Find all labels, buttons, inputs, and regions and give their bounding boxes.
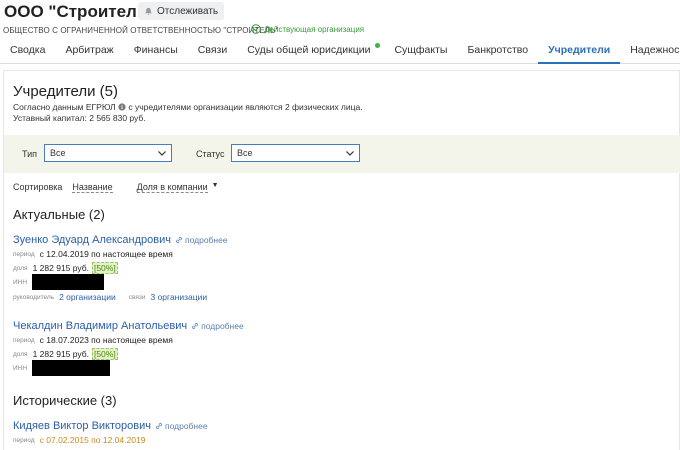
period-value: с 18.07.2023 по настоящее время: [39, 335, 173, 345]
share-label: доля: [13, 264, 28, 272]
full-company-name: ОБЩЕСТВО С ОГРАНИЧЕННОЙ ОТВЕТСТВЕННОСТЬЮ…: [3, 26, 279, 35]
status-filter-select[interactable]: Все: [231, 144, 360, 162]
founders-description: Согласно данным ЕГРЮЛ с учредителями орг…: [13, 102, 363, 112]
desc-text-before: Согласно данным ЕГРЮЛ: [13, 102, 116, 112]
type-filter-select[interactable]: Все: [44, 144, 172, 162]
bell-icon: [145, 7, 152, 15]
company-header: ООО "Строитель" Отслеживать ОБЩЕСТВО С О…: [0, 0, 680, 40]
period-label: период: [13, 336, 35, 344]
period-value: с 12.04.2019 по настоящее время: [39, 249, 173, 259]
check-circle-icon: [251, 24, 261, 34]
tab-bankruptcy[interactable]: Банкротство: [457, 38, 538, 64]
head-label: руководитель: [13, 293, 55, 301]
filter-bar: Тип Все Статус Все: [4, 135, 680, 173]
status-text: Действующая организация: [264, 24, 365, 34]
founder-name[interactable]: Чекалдин Владимир Анатольевич: [13, 320, 187, 332]
tab-founders[interactable]: Учредители: [538, 38, 621, 64]
historical-group-title: Исторические (3): [13, 393, 117, 408]
tab-finance[interactable]: Финансы: [124, 38, 188, 64]
tab-courts[interactable]: Суды общей юрисдикции: [237, 38, 384, 64]
more-label: подробнее: [185, 235, 228, 245]
chain-link-icon: [156, 423, 162, 429]
follow-label: Отслеживать: [157, 5, 219, 17]
status-badge: Действующая организация: [251, 24, 364, 34]
inn-label: ИНН: [13, 364, 28, 372]
section-title: Учредители (5): [13, 83, 119, 100]
redacted-inn: [32, 360, 111, 376]
more-link[interactable]: подробнее: [175, 235, 228, 245]
more-label: подробнее: [201, 321, 244, 331]
status-filter-value: Все: [237, 148, 253, 158]
list-item: Чекалдин Владимир Анатольевич подробнее …: [13, 320, 613, 376]
tab-courts-label: Суды общей юрисдикции: [247, 44, 371, 56]
period-label: период: [13, 436, 35, 444]
more-link[interactable]: подробнее: [155, 421, 208, 431]
share-label: доля: [13, 350, 28, 358]
links-label: связи: [128, 293, 146, 301]
tab-links[interactable]: Связи: [188, 38, 237, 64]
share-percent: [50%]: [91, 262, 118, 274]
link-orgs-link[interactable]: 3 организации: [150, 292, 207, 302]
follow-button[interactable]: Отслеживать: [138, 2, 225, 20]
sort-label: Сортировка: [13, 182, 63, 192]
chevron-down-icon: [158, 151, 166, 156]
share-percent: [50%]: [91, 348, 118, 360]
page-title: ООО "Строитель": [4, 2, 156, 21]
tab-summary[interactable]: Сводка: [0, 38, 55, 64]
more-link[interactable]: подробнее: [191, 321, 244, 331]
period-label: период: [13, 250, 35, 258]
founder-name[interactable]: Зуенко Эдуард Александрович: [13, 234, 171, 246]
authorized-capital: Уставный капитал: 2 565 830 руб.: [13, 113, 146, 123]
new-indicator-dot: [375, 43, 381, 48]
period-value: с 07.02.2015 по 12.04.2019: [39, 435, 146, 445]
chain-link-icon: [176, 237, 182, 243]
inn-label: ИНН: [13, 278, 28, 286]
list-item: Зуенко Эдуард Александрович подробнее пе…: [13, 234, 613, 302]
founder-name[interactable]: Кидяев Виктор Викторович: [13, 420, 151, 432]
tab-bar: Сводка Арбитраж Финансы Связи Суды общей…: [0, 38, 680, 64]
desc-text-after: с учредителями организации являются 2 фи…: [128, 102, 363, 112]
more-label: подробнее: [164, 421, 208, 431]
founders-panel: Учредители (5) Согласно данным ЕГРЮЛ с у…: [3, 70, 680, 450]
chevron-down-icon: [346, 151, 354, 156]
chain-link-icon: [192, 323, 199, 329]
status-filter-label: Статус: [196, 149, 225, 159]
sort-by-share[interactable]: Доля в компании: [136, 182, 208, 193]
sort-direction-icon: ▼: [211, 182, 219, 189]
actual-group-title: Актуальные (2): [13, 207, 105, 222]
head-orgs-link[interactable]: 2 организации: [59, 292, 116, 302]
redacted-inn: [32, 274, 105, 290]
type-filter-label: Тип: [22, 149, 38, 159]
sort-by-name[interactable]: Название: [72, 182, 113, 193]
type-filter-value: Все: [50, 148, 66, 158]
share-value: 1 282 915 руб.: [32, 349, 89, 359]
share-value: 1 282 915 руб.: [32, 263, 89, 273]
tab-reliability[interactable]: Надежнос: [620, 38, 680, 64]
list-item: Кидяев Виктор Викторович подробнее перио…: [13, 420, 613, 445]
tab-facts[interactable]: Сущфакты: [384, 38, 457, 64]
sort-row: Сортировка Название Доля в компании ▼: [13, 182, 219, 193]
sort-by-share-label: Доля в компании: [136, 182, 208, 192]
tab-arbitration[interactable]: Арбитраж: [55, 38, 123, 64]
info-icon[interactable]: [118, 103, 126, 111]
